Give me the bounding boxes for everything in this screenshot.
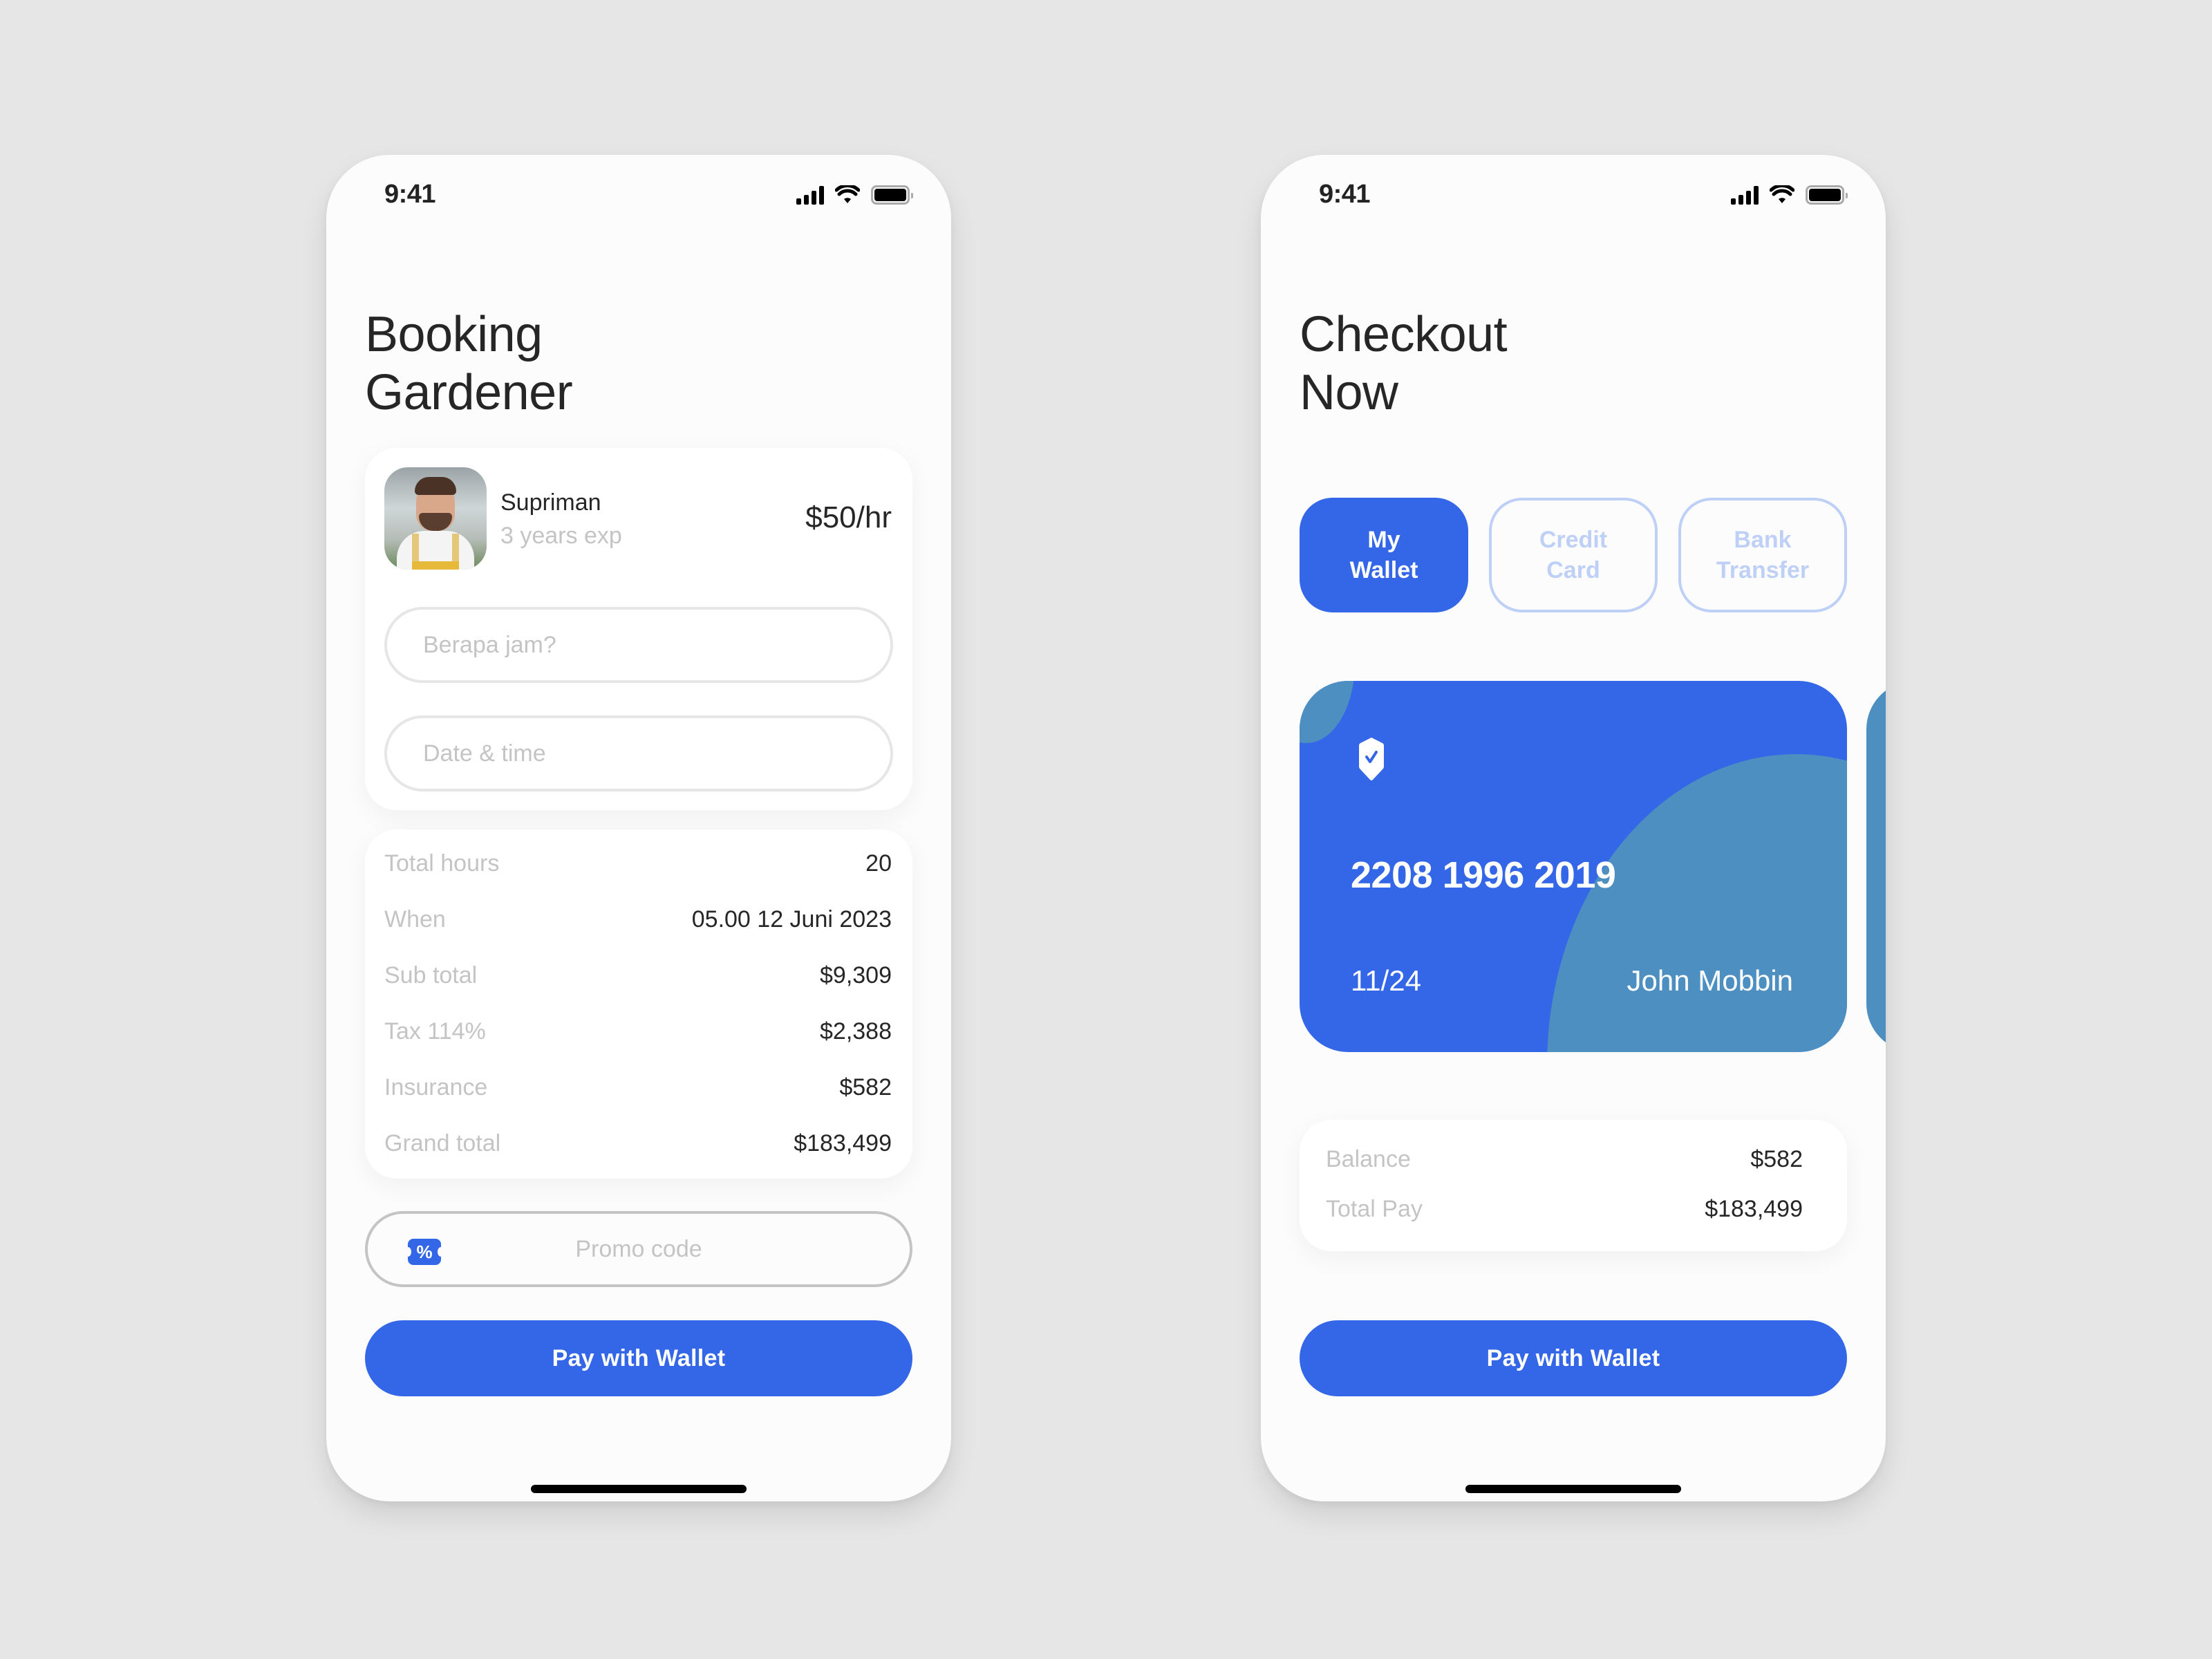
- summary-value: $2,388: [820, 1018, 892, 1044]
- summary-row: When 05.00 12 Juni 2023: [384, 902, 892, 937]
- booking-summary: Total hours 20 When 05.00 12 Juni 2023 S…: [365, 830, 912, 1179]
- status-time: 9:41: [1319, 180, 1371, 209]
- card-number: 2208 1996 2019: [1351, 854, 1616, 896]
- balance-row: Balance $582: [1326, 1142, 1803, 1177]
- summary-value: $582: [839, 1074, 892, 1100]
- status-icons: [1731, 185, 1848, 205]
- summary-row: Sub total $9,309: [384, 958, 892, 993]
- summary-row: Tax 114% $2,388: [384, 1014, 892, 1049]
- status-time: 9:41: [384, 180, 436, 209]
- summary-value: $183,499: [794, 1130, 892, 1156]
- balance-value: $582: [1750, 1145, 1803, 1172]
- balance-label: Balance: [1326, 1145, 1411, 1172]
- checkout-screen: 9:41 Checkout Now My Wallet Credit Card: [1261, 155, 1886, 1501]
- hours-input[interactable]: [384, 607, 893, 683]
- summary-value: $9,309: [820, 962, 892, 988]
- shield-check-icon: [1359, 738, 1384, 780]
- page-title: Checkout Now: [1300, 306, 1508, 422]
- summary-label: Sub total: [384, 962, 478, 988]
- summary-label: When: [384, 906, 446, 932]
- datetime-input[interactable]: [384, 715, 893, 791]
- card-expiry: 11/24: [1351, 964, 1421, 997]
- battery-icon: [1806, 185, 1848, 205]
- pay-with-wallet-button[interactable]: Pay with Wallet: [365, 1320, 912, 1396]
- summary-label: Tax 114%: [384, 1018, 486, 1044]
- tab-label: Credit: [1539, 527, 1608, 553]
- gardener-card: Supriman 3 years exp $50/hr: [365, 448, 912, 810]
- signal-icon: [796, 185, 824, 205]
- summary-row: Grand total $183,499: [384, 1126, 892, 1161]
- tab-label: Card: [1546, 557, 1600, 583]
- title-line-2: Gardener: [365, 365, 573, 420]
- summary-label: Insurance: [384, 1074, 488, 1100]
- wifi-icon: [1770, 185, 1794, 203]
- home-indicator: [531, 1485, 747, 1493]
- summary-value: 20: [865, 850, 892, 877]
- summary-label: Grand total: [384, 1130, 501, 1156]
- gardener-name: Supriman: [500, 489, 601, 516]
- promo-code-field[interactable]: %: [365, 1211, 912, 1287]
- summary-row: Total hours 20: [384, 846, 892, 881]
- tab-label: My: [1367, 527, 1400, 553]
- booking-screen: 9:41 Booking Gardener Supriman 3 years e…: [326, 155, 951, 1501]
- battery-icon: [871, 185, 913, 205]
- balance-value: $183,499: [1705, 1195, 1803, 1222]
- status-icons: [796, 185, 913, 205]
- home-indicator: [1465, 1485, 1681, 1493]
- tab-label: Bank: [1734, 527, 1792, 553]
- title-line-1: Booking: [365, 307, 543, 362]
- signal-icon: [1731, 185, 1759, 205]
- summary-value: 05.00 12 Juni 2023: [691, 906, 892, 932]
- tab-label: Wallet: [1349, 557, 1418, 583]
- wallet-card[interactable]: 2208 1996 2019 11/24 John Mobbin: [1300, 681, 1847, 1052]
- pay-with-wallet-button[interactable]: Pay with Wallet: [1300, 1320, 1847, 1396]
- balance-label: Total Pay: [1326, 1195, 1423, 1222]
- tab-credit-card[interactable]: Credit Card: [1489, 498, 1658, 612]
- page-title: Booking Gardener: [365, 306, 573, 422]
- tab-my-wallet[interactable]: My Wallet: [1300, 498, 1468, 612]
- tab-label: Transfer: [1716, 557, 1810, 583]
- title-line-1: Checkout: [1300, 307, 1508, 362]
- balance-summary: Balance $582 Total Pay $183,499: [1300, 1120, 1847, 1251]
- summary-row: Insurance $582: [384, 1070, 892, 1105]
- discount-ticket-icon: %: [404, 1239, 444, 1265]
- card-decoration: [1300, 681, 1355, 743]
- summary-label: Total hours: [384, 850, 500, 877]
- gardener-avatar: [384, 467, 487, 570]
- wifi-icon: [835, 185, 860, 203]
- tab-bank-transfer[interactable]: Bank Transfer: [1678, 498, 1847, 612]
- gardener-experience: 3 years exp: [500, 523, 622, 549]
- balance-row: Total Pay $183,499: [1326, 1192, 1803, 1226]
- promo-code-input[interactable]: [451, 1214, 827, 1284]
- next-wallet-card[interactable]: [1866, 681, 1886, 1052]
- card-holder: John Mobbin: [1627, 964, 1794, 997]
- gardener-rate: $50/hr: [805, 500, 892, 534]
- card-decoration: [1547, 754, 1847, 1052]
- payment-method-tabs: My Wallet Credit Card Bank Transfer: [1300, 498, 1847, 612]
- title-line-2: Now: [1300, 365, 1398, 420]
